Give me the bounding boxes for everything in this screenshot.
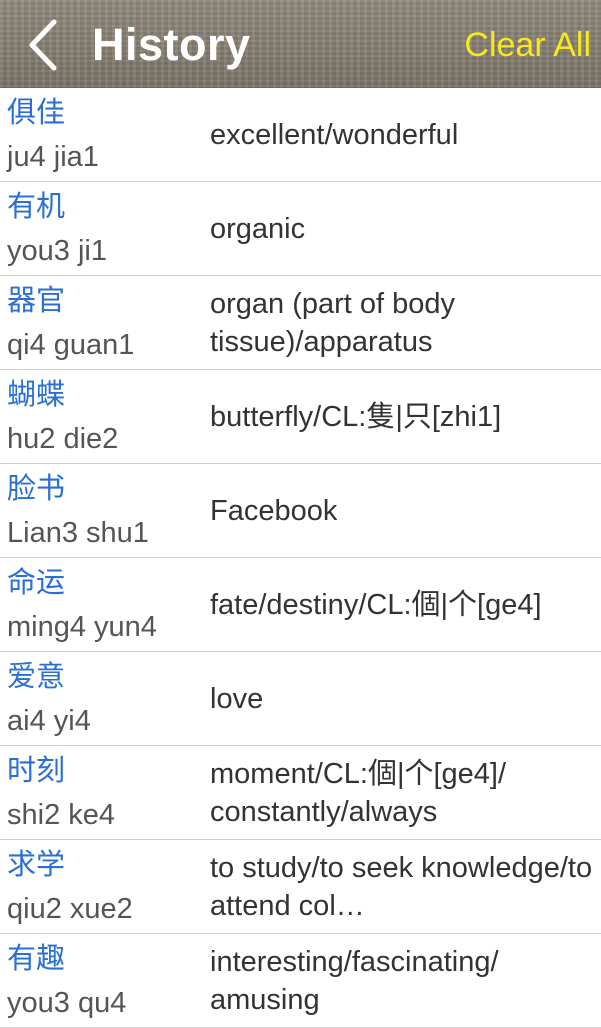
page-title: History (92, 19, 251, 70)
entry-definition-text: organic (210, 212, 306, 245)
entry-definition-text: Facebook (210, 494, 338, 527)
entry-definition: interesting/fascinating/ amusing (210, 934, 595, 1027)
entry-definition-text: to study/to seek knowledge/to attend col… (210, 851, 593, 922)
entry-pinyin: ming4 yun4 (7, 611, 157, 643)
list-item[interactable]: 有机 you3 ji1 organic (0, 182, 601, 276)
entry-definition-text: excellent/wonderful (210, 118, 459, 151)
nav-bar: History Clear All (0, 0, 601, 88)
entry-hanzi: 器官 (7, 283, 66, 317)
entry-hanzi: 有趣 (7, 941, 66, 975)
entry-definition: butterfly/CL:隻|只[zhi1] (210, 370, 595, 463)
chevron-left-icon (29, 19, 57, 71)
entry-pinyin: ju4 jia1 (7, 141, 99, 173)
list-item[interactable]: 求学 qiu2 xue2 to study/to seek knowledge/… (0, 840, 601, 934)
entry-pinyin: Lian3 shu1 (7, 517, 149, 549)
entry-definition-text: fate/destiny/CL:個|个[ge4] (210, 588, 542, 621)
entry-definition: love (210, 652, 595, 745)
list-item[interactable]: 命运 ming4 yun4 fate/destiny/CL:個|个[ge4] (0, 558, 601, 652)
entry-hanzi: 脸书 (7, 471, 66, 505)
list-item[interactable]: 有趣 you3 qu4 interesting/fascinating/ amu… (0, 934, 601, 1028)
entry-pinyin: qi4 guan1 (7, 329, 135, 361)
entry-pinyin: you3 qu4 (7, 987, 127, 1019)
entry-definition-text: organ (part of body tissue)/apparatus (210, 287, 456, 358)
entry-pinyin: ai4 yi4 (7, 705, 91, 737)
list-item[interactable]: 时刻 shi2 ke4 moment/CL:個|个[ge4]/ constant… (0, 746, 601, 840)
entry-definition: organ (part of body tissue)/apparatus (210, 276, 595, 369)
entry-hanzi: 求学 (7, 847, 66, 881)
entry-definition: moment/CL:個|个[ge4]/ constantly/always (210, 746, 595, 839)
list-item[interactable]: 器官 qi4 guan1 organ (part of body tissue)… (0, 276, 601, 370)
entry-definition-text: interesting/fascinating/ amusing (210, 945, 499, 1016)
entry-pinyin: you3 ji1 (7, 235, 107, 267)
entry-hanzi: 有机 (7, 189, 66, 223)
entry-definition-text: moment/CL:個|个[ge4]/ constantly/always (210, 757, 507, 828)
back-button[interactable] (22, 18, 68, 72)
entry-definition: to study/to seek knowledge/to attend col… (210, 840, 595, 933)
entry-definition-text: butterfly/CL:隻|只[zhi1] (210, 400, 502, 433)
entry-pinyin: hu2 die2 (7, 423, 119, 455)
entry-hanzi: 蝴蝶 (7, 377, 66, 411)
list-item[interactable]: 俱佳 ju4 jia1 excellent/wonderful (0, 88, 601, 182)
entry-definition: Facebook (210, 464, 595, 557)
clear-all-button[interactable]: Clear All (464, 24, 591, 66)
list-item[interactable]: 脸书 Lian3 shu1 Facebook (0, 464, 601, 558)
history-list: 俱佳 ju4 jia1 excellent/wonderful 有机 you3 … (0, 88, 601, 1028)
list-item[interactable]: 蝴蝶 hu2 die2 butterfly/CL:隻|只[zhi1] (0, 370, 601, 464)
entry-pinyin: shi2 ke4 (7, 799, 116, 831)
entry-hanzi: 俱佳 (7, 95, 66, 129)
entry-definition-text: love (210, 682, 264, 715)
entry-pinyin: qiu2 xue2 (7, 893, 133, 925)
entry-definition: excellent/wonderful (210, 88, 595, 181)
list-item[interactable]: 爱意 ai4 yi4 love (0, 652, 601, 746)
entry-definition: organic (210, 182, 595, 275)
entry-hanzi: 命运 (7, 565, 66, 599)
entry-hanzi: 时刻 (7, 753, 66, 787)
entry-definition: fate/destiny/CL:個|个[ge4] (210, 558, 595, 651)
entry-hanzi: 爱意 (7, 659, 66, 693)
